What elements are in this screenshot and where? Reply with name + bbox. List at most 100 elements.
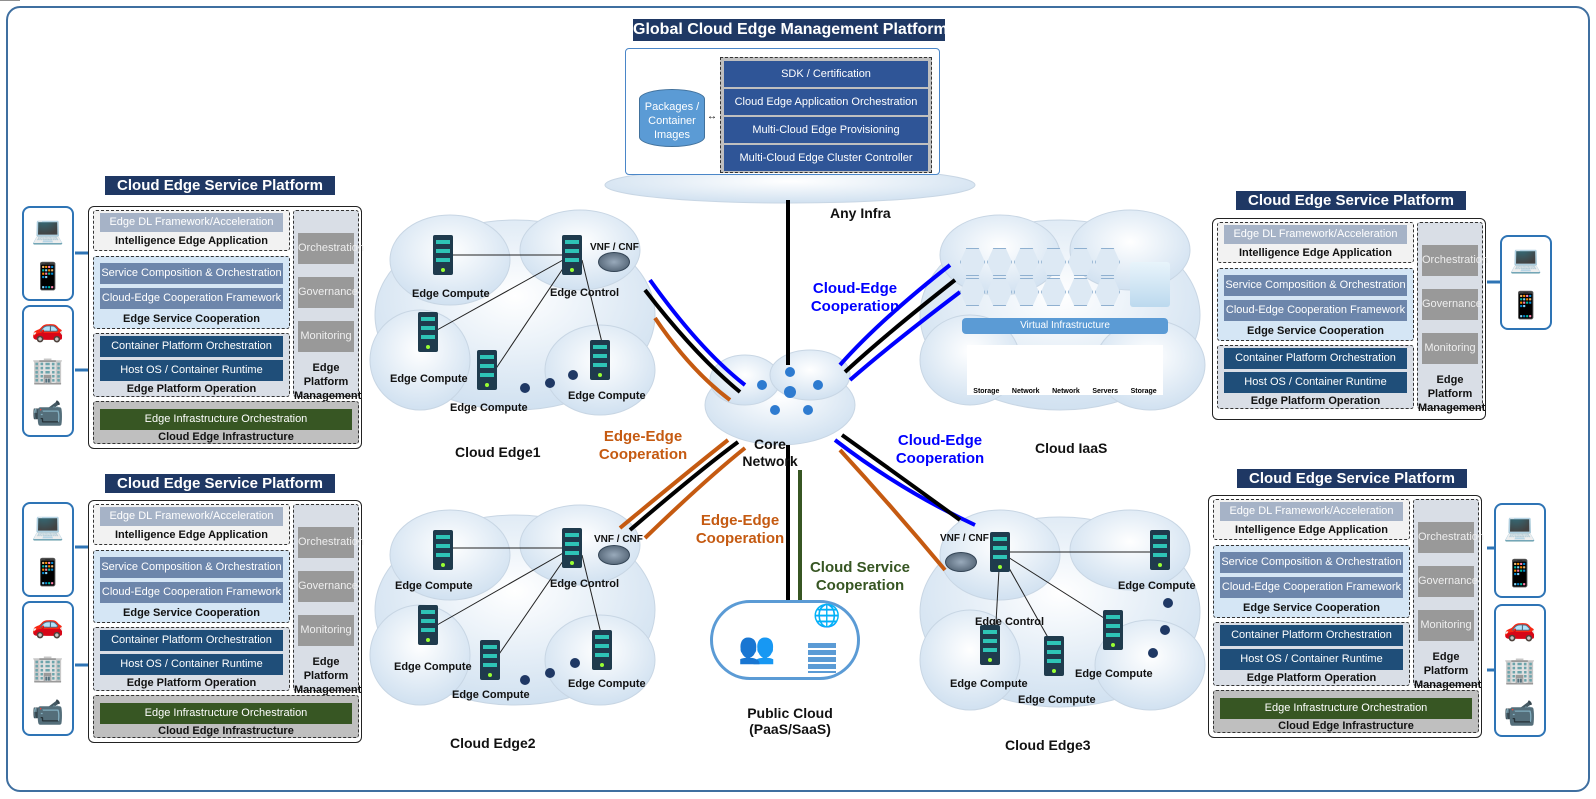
edge-control-label: Edge Control xyxy=(550,578,620,590)
cloud-edge-cooperation-framework: Cloud-Edge Cooperation Framework xyxy=(100,582,283,603)
governance-box: Governance xyxy=(1418,566,1478,597)
edge-dl-framework: Edge DL Framework/Acceleration xyxy=(1220,502,1403,521)
host-os-runtime: Host OS / Container Runtime xyxy=(100,360,283,381)
edge-platform-operation: Container Platform Orchestration Host OS… xyxy=(93,333,290,397)
edge-infrastructure-orchestration: Edge Infrastructure Orchestration xyxy=(1220,698,1472,719)
server-icon xyxy=(980,625,1000,665)
physical-infrastructure: Storage Network Network Servers Storage xyxy=(967,345,1163,395)
server-icon xyxy=(480,640,500,680)
iot-devices-group: 🚗 🏢 📹 xyxy=(1494,604,1546,737)
governance-box: Governance xyxy=(1422,289,1482,320)
edge-compute-label: Edge Compute xyxy=(450,402,528,414)
smart-building-icon: 🏢 xyxy=(31,652,65,683)
connected-car-icon: 🚗 xyxy=(1503,612,1537,642)
edge-control-label: Edge Control xyxy=(550,287,620,299)
bidirectional-arrow-icon: ↔ xyxy=(707,111,717,122)
intelligence-edge-application: Edge DL Framework/Acceleration Intellige… xyxy=(93,504,290,545)
edge-edge-cooperation-label: Edge-Edge Cooperation xyxy=(598,428,688,463)
edge-service-cooperation: Service Composition & Orchestration Clou… xyxy=(1213,545,1410,618)
host-os-runtime: Host OS / Container Runtime xyxy=(1220,649,1403,670)
connected-car-icon: 🚗 xyxy=(31,609,65,640)
container-platform-orchestration: Container Platform Orchestration xyxy=(1224,348,1407,369)
iea-label: Intelligence Edge Application xyxy=(114,529,268,541)
edge-platform-operation: Container Platform Orchestration Host OS… xyxy=(1217,345,1414,409)
edge-compute-label: Edge Compute xyxy=(452,689,530,701)
container-platform-orchestration: Container Platform Orchestration xyxy=(100,336,283,357)
edge-compute-label: Edge Compute xyxy=(568,678,646,690)
epo-label: Edge Platform Operation xyxy=(1250,395,1381,407)
cloud-iaas-label: Cloud IaaS xyxy=(1035,440,1108,456)
mobile-devices-group: 💻 📱 xyxy=(1494,503,1546,598)
intelligence-edge-application: Edge DL Framework/Acceleration Intellige… xyxy=(93,210,290,251)
edge-infrastructure-orchestration: Edge Infrastructure Orchestration xyxy=(100,703,352,724)
cloud-edge-infrastructure: Edge Infrastructure Orchestration Cloud … xyxy=(93,695,359,738)
intelligence-edge-application: Edge DL Framework/Acceleration Intellige… xyxy=(1217,222,1414,263)
monitoring-box: Monitoring xyxy=(1418,610,1474,641)
more-nodes-dot xyxy=(1160,625,1170,635)
cloud-edge3-label: Cloud Edge3 xyxy=(1005,737,1091,753)
core-network-label: Core Network xyxy=(742,436,798,469)
epo-label: Edge Platform Operation xyxy=(126,677,257,689)
server-stack-icon xyxy=(1130,262,1170,307)
cctv-camera-icon: 📹 xyxy=(1503,698,1537,728)
esc-label: Edge Service Cooperation xyxy=(1247,325,1384,337)
cloud-edge1-label: Cloud Edge1 xyxy=(455,444,541,460)
global-services-group: SDK / Certification Cloud Edge Applicatio… xyxy=(720,57,932,173)
cloud-edge-cooperation-framework: Cloud-Edge Cooperation Framework xyxy=(1220,577,1403,598)
more-nodes-dot xyxy=(545,668,555,678)
service-composition: Service Composition & Orchestration xyxy=(1224,275,1407,296)
virtual-infrastructure-bar: Virtual Infrastructure xyxy=(962,318,1168,334)
smartphone-icon: 📱 xyxy=(1503,557,1537,588)
tablet-icon: 💻 xyxy=(31,215,65,246)
monitoring-box: Monitoring xyxy=(298,615,354,646)
iot-devices-group: 🚗 🏢 📹 xyxy=(22,601,74,736)
server-icon xyxy=(590,340,610,380)
vnf-cnf-label: VNF / CNF xyxy=(594,534,643,545)
edge-dl-framework: Edge DL Framework/Acceleration xyxy=(100,507,283,526)
cloud-edge-cooperation-label: Cloud-Edge Cooperation xyxy=(895,432,985,467)
service-composition: Service Composition & Orchestration xyxy=(1220,552,1403,573)
edge-dl-framework: Edge DL Framework/Acceleration xyxy=(100,213,283,232)
edge-compute-label: Edge Compute xyxy=(950,678,1028,690)
governance-box: Governance xyxy=(298,277,358,308)
any-infra-label: Any Infra xyxy=(830,205,891,221)
cloud-edge-cooperation-label: Cloud-Edge Cooperation xyxy=(810,280,900,315)
iea-label: Intelligence Edge Application xyxy=(1238,247,1392,259)
smartphone-icon: 📱 xyxy=(31,556,65,587)
network-label: Network xyxy=(1052,388,1080,395)
edge-service-cooperation: Service Composition & Orchestration Clou… xyxy=(93,256,290,329)
edge-edge-cooperation-label: Edge-Edge Cooperation xyxy=(695,512,785,547)
server-icon xyxy=(477,350,497,390)
edge-compute-label: Edge Compute xyxy=(1118,580,1196,592)
datacenter-icon xyxy=(808,643,836,673)
edge-platform-management: Orchestration Governance Monitoring Edge… xyxy=(1417,222,1488,414)
orchestration-box: Orchestration xyxy=(298,233,364,264)
edge-platform-management: Orchestration Governance Monitoring Edge… xyxy=(293,504,364,696)
container-platform-orchestration: Container Platform Orchestration xyxy=(100,630,283,651)
more-nodes-dot xyxy=(520,383,530,393)
cctv-camera-icon: 📹 xyxy=(31,398,65,429)
server-icon xyxy=(1103,610,1123,650)
epm-label: Edge Platform Management xyxy=(1414,651,1482,691)
server-icon xyxy=(1044,636,1064,676)
smart-building-icon: 🏢 xyxy=(31,355,65,386)
edge-compute-label: Edge Compute xyxy=(394,661,472,673)
iea-label: Intelligence Edge Application xyxy=(1234,524,1388,536)
edge-dl-framework: Edge DL Framework/Acceleration xyxy=(1224,225,1407,244)
mobile-devices-group: 💻 📱 xyxy=(22,502,74,597)
smartphone-icon: 📱 xyxy=(1509,289,1543,320)
cloud-edge-infrastructure: Edge Infrastructure Orchestration Cloud … xyxy=(1213,690,1479,733)
connected-car-icon: 🚗 xyxy=(31,312,65,343)
mobile-devices-group: 💻 📱 xyxy=(22,206,74,301)
vnf-cnf-label: VNF / CNF xyxy=(590,242,639,253)
servers-label: Servers xyxy=(1092,388,1119,395)
edge-service-cooperation: Service Composition & Orchestration Clou… xyxy=(1217,268,1414,341)
server-icon xyxy=(562,235,582,275)
cloud-edge-cooperation-framework: Cloud-Edge Cooperation Framework xyxy=(100,288,283,309)
storage-label: Storage xyxy=(973,388,1000,395)
public-cloud-label: Public Cloud (PaaS/SaaS) xyxy=(747,705,833,737)
mobile-devices-group: 💻 📱 xyxy=(1500,235,1552,330)
vnf-cnf-label: VNF / CNF xyxy=(940,533,989,544)
cloud-edge-service-platform: Edge DL Framework/Acceleration Intellige… xyxy=(88,206,364,449)
container-images-database-icon: Packages / Container Images xyxy=(639,89,705,147)
